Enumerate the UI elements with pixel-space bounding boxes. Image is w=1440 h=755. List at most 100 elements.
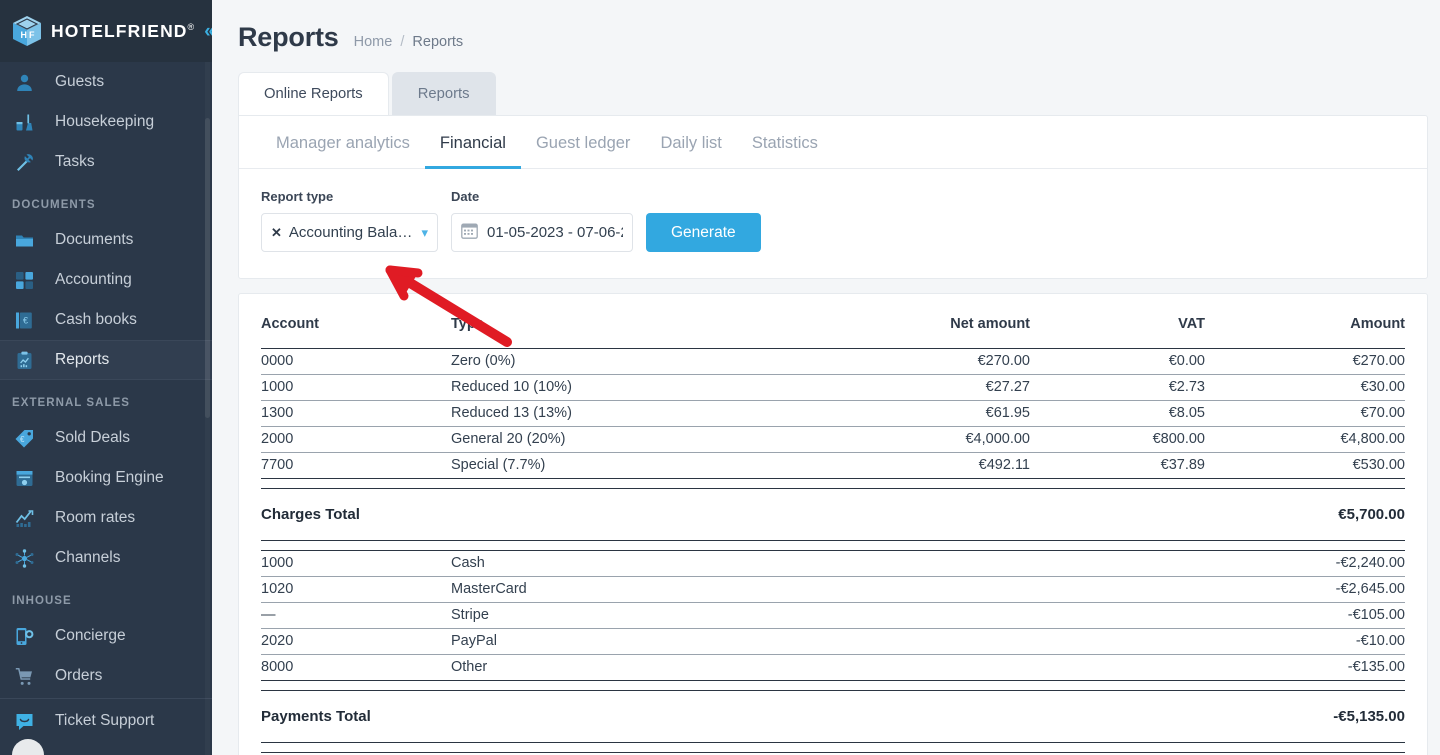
date-label: Date [451, 189, 480, 204]
cell-type: Special (7.7%) [451, 452, 840, 479]
tab-reports[interactable]: Reports [391, 72, 496, 115]
report-type-select[interactable]: ✕ Accounting Balan… ▾ [261, 213, 438, 252]
sidebar-item-channels[interactable]: Channels [0, 538, 212, 578]
close-x-icon[interactable]: ✕ [271, 225, 282, 241]
svg-text:F: F [29, 30, 35, 40]
subtab-daily-list[interactable]: Daily list [645, 116, 736, 168]
subtab-manager-analytics[interactable]: Manager analytics [261, 116, 425, 168]
cell-type: Zero (0%) [451, 348, 840, 375]
cell-type: MasterCard [451, 576, 840, 603]
cell-amount: €70.00 [1205, 400, 1405, 427]
cell-account: 8000 [261, 654, 451, 681]
table-row: 1000 Cash -€2,240.00 [261, 550, 1405, 577]
breadcrumb-separator: / [400, 34, 405, 50]
cell-amount: -€2,645.00 [1205, 576, 1405, 603]
mobile-gear-icon [12, 624, 36, 648]
report-type-value: Accounting Balan… [288, 224, 417, 241]
table-spacer [261, 479, 1405, 489]
charges-total-amount: €5,700.00 [1205, 488, 1405, 541]
sidebar-item-label: Housekeeping [55, 113, 155, 130]
avatar[interactable] [12, 739, 44, 755]
cell-account: 1000 [261, 374, 451, 401]
clipboard-icon [12, 348, 36, 372]
column-header-amount: Amount [1350, 316, 1405, 332]
sidebar-item-reports[interactable]: Reports [0, 340, 212, 380]
sidebar-item-housekeeping[interactable]: Housekeeping [0, 102, 212, 142]
sidebar-item-label: Cash books [55, 311, 137, 328]
chevron-double-left-icon[interactable]: « [204, 22, 212, 41]
sidebar-item-guests[interactable]: Guests [0, 62, 212, 102]
tab-online-reports[interactable]: Online Reports [238, 72, 389, 115]
subtab-guest-ledger[interactable]: Guest ledger [521, 116, 645, 168]
cell-account: 0000 [261, 348, 451, 375]
sidebar-item-label: Room rates [55, 509, 136, 526]
tag-icon: € [12, 426, 36, 450]
cell-amount: -€135.00 [1205, 654, 1405, 681]
sidebar-item-label: Tasks [55, 153, 95, 170]
table-spacer [261, 681, 1405, 691]
breadcrumb-current: Reports [412, 34, 464, 50]
cell-net [840, 550, 1030, 577]
sidebar-item-label: Sold Deals [55, 429, 130, 446]
cell-vat: €800.00 [1030, 426, 1205, 453]
sidebar-scrollbar-thumb[interactable] [205, 118, 210, 418]
sidebar-item-orders[interactable]: Orders [0, 656, 212, 696]
page-title: Reports [238, 22, 339, 52]
cell-net [840, 602, 1030, 629]
sidebar-item-room-rates[interactable]: Room rates [0, 498, 212, 538]
column-header-type: Type [451, 316, 484, 332]
sidebar-item-tasks[interactable]: Tasks [0, 142, 212, 182]
table-header: Account Type Net amount VAT Amount [261, 316, 1405, 349]
date-group: Date 01-05-2023 - 07-06-2 [451, 189, 633, 252]
sidebar-nav: Guests Housekeeping Tasks DOCUMENTS Docu… [0, 62, 212, 755]
cell-type: Other [451, 654, 840, 681]
filters-panel: Manager analytics Financial Guest ledger… [238, 115, 1428, 279]
sidebar-item-documents[interactable]: Documents [0, 220, 212, 260]
main-content: Reports Home / Reports Online Reports Re… [212, 0, 1440, 755]
generate-button[interactable]: Generate [646, 213, 761, 252]
sidebar-item-cash-books[interactable]: € Cash books [0, 300, 212, 340]
date-range-input[interactable]: 01-05-2023 - 07-06-2 [451, 213, 633, 252]
chart-up-icon [12, 506, 36, 530]
breadcrumb-home[interactable]: Home [354, 34, 393, 50]
cell-type: PayPal [451, 628, 840, 655]
table-row: 0000 Zero (0%) €270.00 €0.00 €270.00 [261, 348, 1405, 375]
subtab-financial[interactable]: Financial [424, 116, 522, 169]
calculator-icon [12, 268, 36, 292]
app-root: H F HOTELFRIEND® « Guests Housekeeping [0, 0, 1440, 755]
payments-total-label: Payments Total [261, 690, 1205, 743]
user-icon [12, 70, 36, 94]
cart-icon [12, 664, 36, 688]
broom-icon [12, 110, 36, 134]
cell-account: — [261, 602, 451, 629]
sidebar-item-concierge[interactable]: Concierge [0, 616, 212, 656]
sidebar-item-ticket-support[interactable]: Ticket Support [0, 701, 212, 741]
cashbook-icon: € [12, 308, 36, 332]
cell-net: €61.95 [840, 400, 1030, 427]
table-row: 1000 Reduced 10 (10%) €27.27 €2.73 €30.0… [261, 374, 1405, 401]
cell-vat [1030, 628, 1205, 655]
sidebar-item-booking-engine[interactable]: Booking Engine [0, 458, 212, 498]
top-tab-bar: Online Reports Reports [238, 72, 1440, 115]
table-row: 8000 Other -€135.00 [261, 654, 1405, 681]
report-results-panel: Account Type Net amount VAT Amount 0000 … [238, 293, 1428, 755]
column-header-net-amount: Net amount [950, 316, 1030, 332]
cell-account: 1020 [261, 576, 451, 603]
svg-text:€: € [23, 315, 28, 325]
column-header-vat: VAT [1178, 316, 1205, 332]
sidebar-item-label: Channels [55, 549, 121, 566]
cell-type: Reduced 13 (13%) [451, 400, 840, 427]
table-row: 1300 Reduced 13 (13%) €61.95 €8.05 €70.0… [261, 400, 1405, 427]
sidebar-item-label: Concierge [55, 627, 126, 644]
table-row: 1020 MasterCard -€2,645.00 [261, 576, 1405, 603]
cell-amount: €30.00 [1205, 374, 1405, 401]
subtab-statistics[interactable]: Statistics [737, 116, 833, 168]
table-row: 7700 Special (7.7%) €492.11 €37.89 €530.… [261, 452, 1405, 479]
report-type-group: Report type ✕ Accounting Balan… ▾ [261, 189, 438, 252]
column-header-account: Account [261, 316, 319, 332]
cell-vat [1030, 654, 1205, 681]
sidebar-item-sold-deals[interactable]: € Sold Deals [0, 418, 212, 458]
sidebar-item-accounting[interactable]: Accounting [0, 260, 212, 300]
cell-account: 2020 [261, 628, 451, 655]
chevron-down-icon[interactable]: ▾ [421, 225, 428, 241]
